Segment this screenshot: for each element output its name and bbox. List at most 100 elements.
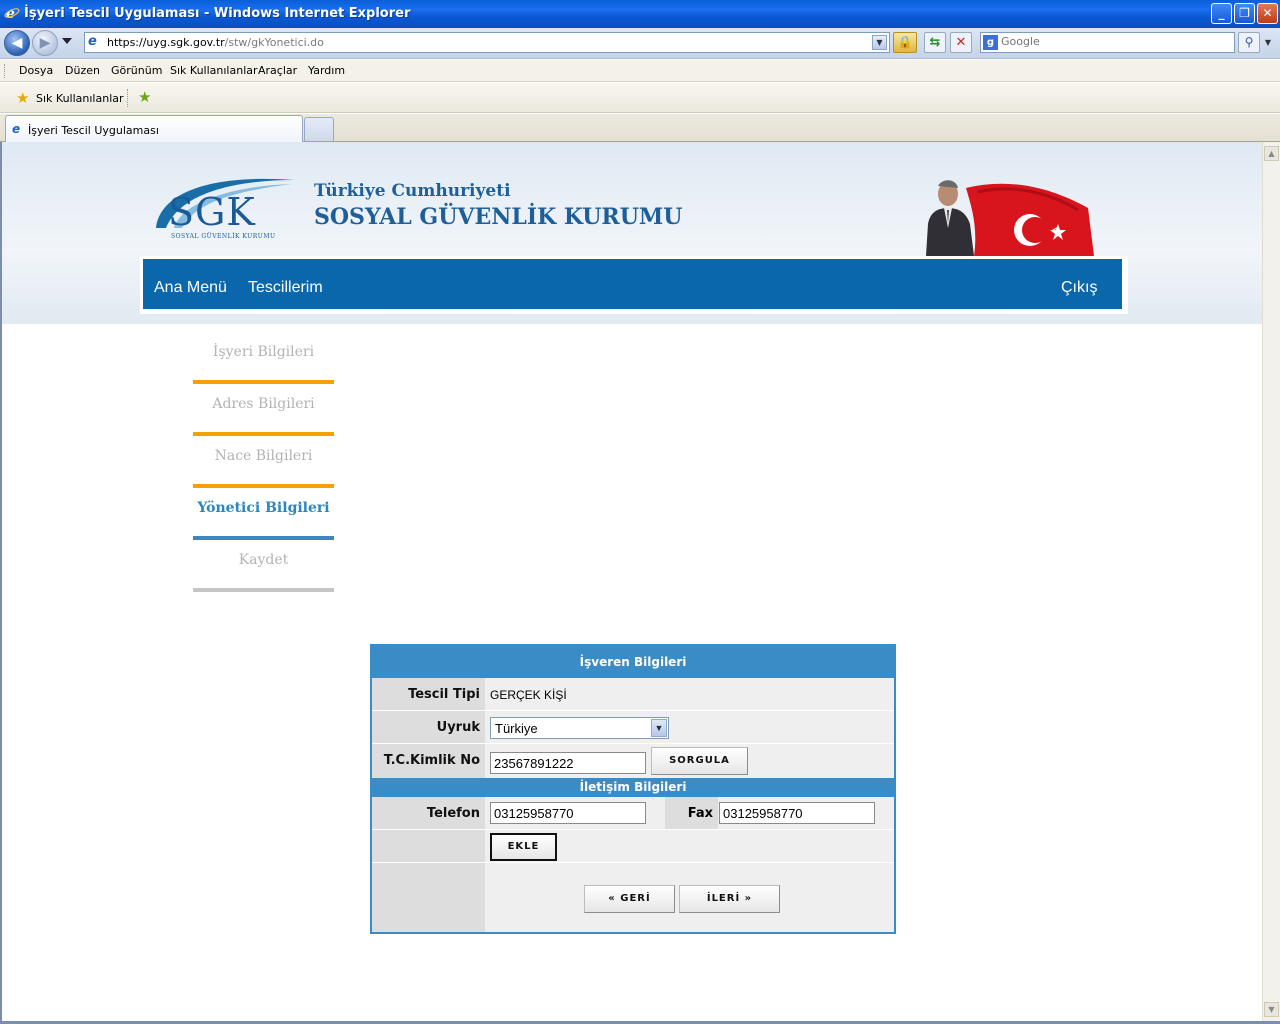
favorites-star-icon[interactable]: ★ [16,89,29,107]
step-manager-info[interactable]: Yönetici Bilgileri [193,478,334,540]
navigation-label-cell [372,863,485,932]
main-nav: Ana Menü Tescillerim Çıkış [143,259,1122,309]
url-text[interactable]: https://uyg.sgk.gov.tr/stw/gkYonetici.do [107,36,324,49]
step-label: Yönetici Bilgileri [197,500,330,516]
address-toolbar: ◀ ▶ e https://uyg.sgk.gov.tr/stw/gkYonet… [0,28,1280,59]
tab-current[interactable]: e İşyeri Tescil Uygulaması [5,115,303,142]
row-phone-fax: Telefon Fax [372,797,894,830]
step-workplace-info[interactable]: İşyeri Bilgileri [193,322,334,384]
url-dropdown-icon[interactable]: ▼ [872,35,887,50]
favorites-button[interactable]: Sık Kullanılanlar [36,92,124,105]
page-viewport: SGK SOSYAL GÜVENLİK KURUMU Türkiye Cumhu… [0,142,1262,1022]
main-nav-frame: Ana Menü Tescillerim Çıkış [140,256,1128,314]
row-add: EKLE [372,830,894,863]
search-icon[interactable]: ⚲ [1238,32,1260,53]
favorites-bar: ★ Sık Kullanılanlar ★ [0,83,1280,113]
navigation-cell: « GERİ İLERİ » [485,863,894,932]
tab-bar: e İşyeri Tescil Uygulaması [0,114,1280,142]
window-titlebar: e İşyeri Tescil Uygulaması - Windows Int… [0,0,1280,28]
step-label: İşyeri Bilgileri [212,344,315,360]
tc-cell: SORGULA [485,744,894,778]
page-icon: e [88,34,97,49]
tc-number-input[interactable] [490,752,646,774]
site-header: SGK SOSYAL GÜVENLİK KURUMU Türkiye Cumhu… [2,142,1262,324]
phone-label: Telefon [372,797,485,829]
scroll-down-icon[interactable]: ▼ [1264,1002,1279,1017]
nav-main-menu[interactable]: Ana Menü [154,279,227,297]
search-input[interactable] [1001,35,1231,48]
phone-input[interactable] [490,802,646,824]
maximize-button[interactable]: ❐ [1234,3,1255,24]
refresh-icon[interactable]: ⇆ [924,32,946,53]
tab-page-icon: e [12,122,21,136]
row-nationality: Uyruk Türkiye ▼ [372,711,894,744]
back-icon[interactable]: ◀ [4,30,30,56]
google-icon: g [983,35,998,50]
step-label: Kaydet [238,552,289,568]
add-row-cell: EKLE [485,830,894,862]
next-button[interactable]: İLERİ » [679,885,780,913]
vertical-scrollbar[interactable]: ▲ ▼ [1262,142,1280,1022]
menu-grip [4,64,7,78]
form-title: İşveren Bilgileri [372,646,894,678]
search-box[interactable]: g [980,32,1235,53]
menu-favorites[interactable]: Sık Kullanılanlar [170,64,258,77]
back-button[interactable]: « GERİ [584,885,675,913]
forward-icon[interactable]: ▶ [32,30,58,56]
contact-section-title: İletişim Bilgileri [372,778,894,797]
sgk-logo-subtitle: SOSYAL GÜVENLİK KURUMU [171,233,276,240]
add-favorite-icon[interactable]: ★ [138,88,151,106]
stop-icon[interactable]: ✕ [950,32,972,53]
close-button[interactable]: ✕ [1257,3,1278,24]
query-button[interactable]: SORGULA [651,747,748,775]
scroll-up-icon[interactable]: ▲ [1264,146,1279,161]
registration-type-label: Tescil Tipi [372,678,485,710]
menu-file[interactable]: Dosya [19,64,53,77]
svg-text:e: e [6,6,15,21]
ataturk-flag-image [926,180,1094,256]
step-label: Nace Bilgileri [214,448,313,464]
step-underline [193,588,334,592]
toolbar-separator [127,89,128,107]
row-tc-number: T.C.Kimlik No SORGULA [372,744,894,778]
org-name: SOSYAL GÜVENLİK KURUMU [314,204,683,230]
nationality-select[interactable]: Türkiye ▼ [490,717,669,739]
step-save[interactable]: Kaydet [193,530,334,592]
new-tab-button[interactable] [304,117,334,141]
lock-icon[interactable]: 🔒 [893,32,917,53]
menu-view[interactable]: Görünüm [111,64,162,77]
nav-registrations[interactable]: Tescillerim [248,279,323,297]
registration-type-value: GERÇEK KİŞİ [490,688,567,702]
sgk-logo: SGK [168,190,256,234]
step-navigation: İşyeri Bilgileri Adres Bilgileri Nace Bi… [193,322,334,592]
chevron-down-icon[interactable]: ▼ [651,719,667,737]
menu-tools[interactable]: Araçlar [258,64,297,77]
org-country: Türkiye Cumhuriyeti [314,181,511,201]
history-dropdown-icon[interactable] [62,38,72,44]
menu-edit[interactable]: Düzen [65,64,100,77]
fax-input[interactable] [719,802,875,824]
menu-help[interactable]: Yardım [308,64,345,77]
add-button[interactable]: EKLE [490,833,557,861]
step-label: Adres Bilgileri [212,396,315,412]
phone-fax-cell: Fax [485,797,894,829]
menu-bar: Dosya Düzen Görünüm Sık Kullanılanlar Ar… [0,60,1280,82]
ie-logo-icon: e [4,6,20,21]
row-registration-type: Tescil Tipi GERÇEK KİŞİ [372,678,894,711]
add-row-label-cell [372,830,485,862]
address-bar[interactable]: e https://uyg.sgk.gov.tr/stw/gkYonetici.… [84,32,890,53]
nationality-value: Türkiye [495,721,538,736]
nav-logout[interactable]: Çıkış [1061,279,1097,297]
nationality-cell: Türkiye ▼ [485,711,894,743]
window-title: İşyeri Tescil Uygulaması - Windows Inter… [24,6,411,21]
step-nace-info[interactable]: Nace Bilgileri [193,426,334,488]
nationality-label: Uyruk [372,711,485,743]
employer-form: İşveren Bilgileri Tescil Tipi GERÇEK KİŞ… [370,644,896,934]
minimize-button[interactable]: _ [1211,3,1232,24]
tab-label: İşyeri Tescil Uygulaması [28,124,159,137]
registration-type-cell: GERÇEK KİŞİ [485,678,894,710]
row-navigation: « GERİ İLERİ » [372,863,894,932]
step-address-info[interactable]: Adres Bilgileri [193,374,334,436]
fax-label: Fax [665,797,718,829]
search-options-icon[interactable]: ▼ [1262,32,1274,53]
